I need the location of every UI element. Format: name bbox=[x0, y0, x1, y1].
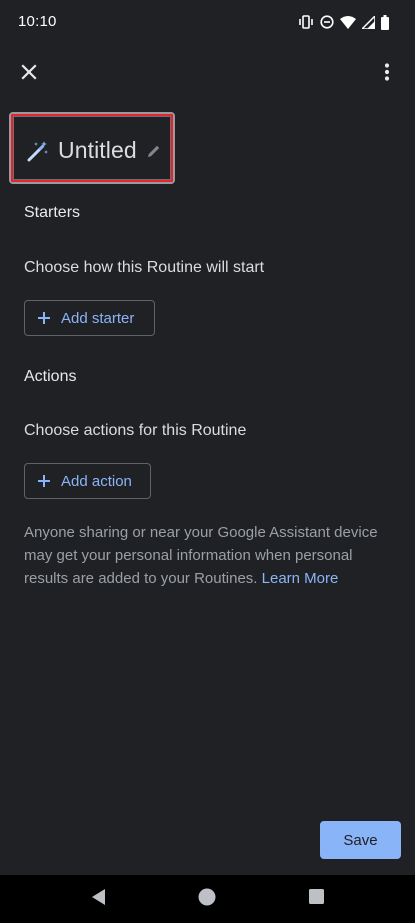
starters-heading: Starters bbox=[24, 204, 81, 221]
more-options-button[interactable] bbox=[367, 54, 407, 94]
plus-icon bbox=[37, 311, 51, 325]
back-button[interactable] bbox=[86, 887, 110, 911]
starters-description: Choose how this Routine will start bbox=[24, 259, 265, 276]
wifi-icon bbox=[340, 15, 356, 29]
routine-title: Untitled bbox=[58, 137, 137, 163]
more-vert-icon bbox=[384, 62, 390, 86]
vibrate-icon bbox=[298, 15, 314, 29]
back-icon bbox=[90, 888, 106, 911]
do-not-disturb-icon bbox=[320, 15, 334, 29]
recents-icon bbox=[308, 889, 324, 909]
routine-title-field[interactable]: Untitled bbox=[11, 114, 173, 182]
add-action-button[interactable]: Add action bbox=[24, 463, 151, 499]
add-starter-label: Add starter bbox=[61, 309, 135, 327]
learn-more-link[interactable]: Learn More bbox=[262, 570, 339, 587]
home-icon bbox=[198, 888, 216, 911]
save-button[interactable]: Save bbox=[320, 821, 401, 859]
signal-icon bbox=[362, 15, 375, 29]
privacy-notice: Anyone sharing or near your Google Assis… bbox=[24, 521, 394, 590]
battery-icon bbox=[381, 14, 389, 30]
close-icon bbox=[21, 63, 37, 85]
pencil-icon[interactable] bbox=[146, 143, 162, 159]
system-nav-bar bbox=[0, 875, 415, 923]
close-button[interactable] bbox=[9, 54, 49, 94]
recents-button[interactable] bbox=[304, 887, 328, 911]
status-icons bbox=[298, 13, 389, 31]
home-button[interactable] bbox=[195, 887, 219, 911]
add-starter-button[interactable]: Add starter bbox=[24, 300, 155, 336]
add-action-label: Add action bbox=[61, 472, 132, 490]
actions-description: Choose actions for this Routine bbox=[24, 422, 247, 439]
status-bar: 10:10 bbox=[0, 0, 415, 44]
actions-heading: Actions bbox=[24, 368, 77, 385]
magic-wand-icon bbox=[26, 139, 50, 163]
status-time: 10:10 bbox=[18, 13, 57, 30]
plus-icon bbox=[37, 474, 51, 488]
